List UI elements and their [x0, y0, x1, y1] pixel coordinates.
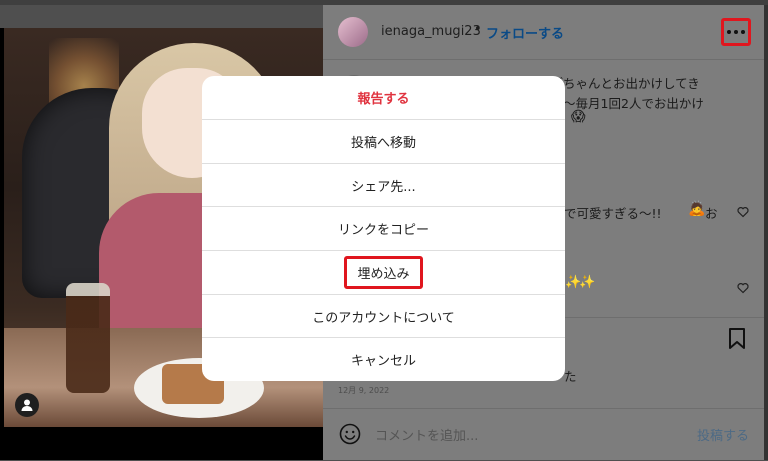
comment-input[interactable]: コメントを追加... — [375, 425, 478, 444]
post-date: 12月 9, 2022 — [338, 386, 390, 395]
avatar[interactable] — [338, 17, 368, 47]
comment-line-2b: ✨ — [579, 275, 596, 290]
separator-dot: • — [474, 22, 482, 37]
menu-item-report[interactable]: 報告する — [202, 76, 565, 119]
emoji-icon[interactable] — [339, 423, 361, 445]
likes-text: た — [564, 369, 577, 384]
menu-item-label: 埋め込み — [344, 255, 423, 289]
menu-item-embed[interactable]: 埋め込み — [202, 250, 565, 293]
menu-item-label: このアカウントについて — [312, 310, 455, 326]
follow-button[interactable]: フォローする — [486, 23, 564, 42]
bookmark-icon[interactable] — [728, 328, 746, 350]
left-band — [0, 28, 4, 427]
menu-item-label: 投稿へ移動 — [350, 135, 416, 151]
comment-bar: コメントを追加... 投稿する — [323, 408, 764, 461]
menu-item-label: シェア先... — [351, 179, 416, 195]
user-tag-icon[interactable] — [15, 393, 39, 417]
image-glass — [66, 283, 110, 393]
bottom-band — [0, 427, 323, 460]
post-header: ienaga_mugi23 • フォローする — [323, 5, 764, 60]
more-options-icon[interactable] — [721, 18, 751, 46]
right-edge — [764, 5, 768, 460]
username[interactable]: ienaga_mugi23 — [381, 24, 481, 39]
menu-item-label: 報告する — [357, 92, 410, 107]
heart-icon[interactable] — [737, 282, 749, 294]
menu-item-share[interactable]: シェア先... — [202, 163, 565, 206]
menu-item-go-to-post[interactable]: 投稿へ移動 — [202, 119, 565, 162]
post-comment-button[interactable]: 投稿する — [697, 425, 749, 444]
menu-item-about-account[interactable]: このアカウントについて — [202, 294, 565, 337]
menu-item-label: リンクをコピー — [337, 222, 429, 238]
comment-emoji: 🙇 — [688, 201, 706, 217]
heart-icon[interactable] — [737, 206, 749, 218]
menu-item-cancel[interactable]: キャンセル — [202, 337, 565, 380]
caption-emoji: 😱 — [571, 109, 586, 125]
menu-item-copy-link[interactable]: リンクをコピー — [202, 206, 565, 249]
options-menu: 報告する 投稿へ移動 シェア先... リンクをコピー 埋め込み このアカウントに… — [202, 76, 565, 381]
menu-item-label: キャンセル — [350, 353, 416, 369]
comment-line-1-tail: お — [705, 206, 718, 221]
